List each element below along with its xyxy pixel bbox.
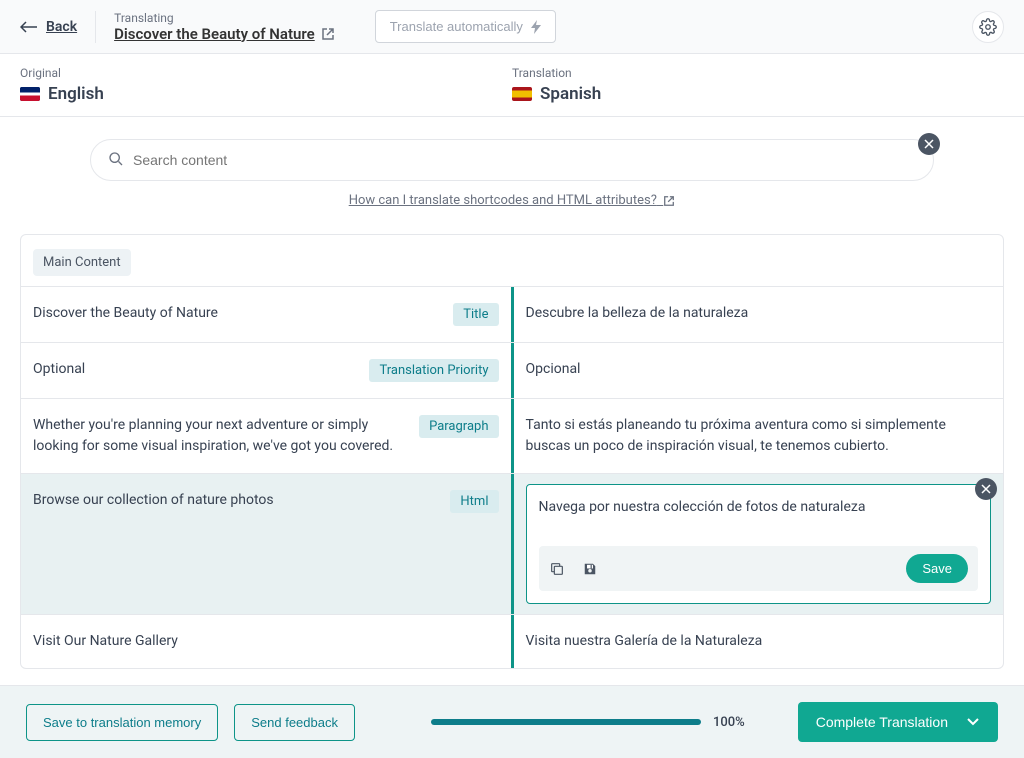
table-row[interactable]: Whether you're planning your next advent… [21, 398, 1003, 473]
clear-search-button[interactable] [918, 133, 940, 155]
back-label: Back [46, 19, 77, 35]
content-panel: Main Content Discover the Beauty of Natu… [20, 234, 1004, 669]
progress: 100% [391, 715, 762, 730]
source-text: Browse our collection of nature photos [33, 490, 440, 511]
external-link-icon [321, 27, 335, 41]
table-row[interactable]: Visit Our Nature Gallery Visita nuestra … [21, 614, 1003, 668]
target-text[interactable]: Opcional [514, 343, 1004, 398]
translate-auto-button[interactable]: Translate automatically [375, 10, 556, 43]
save-disk-button[interactable] [583, 562, 597, 576]
document-title[interactable]: Discover the Beauty of Nature [114, 25, 335, 43]
complete-label: Complete Translation [816, 714, 948, 730]
target-text[interactable]: Descubre la belleza de la naturaleza [514, 287, 1004, 342]
spain-flag-icon [512, 87, 532, 101]
search-section [0, 117, 1024, 187]
document-title-text: Discover the Beauty of Nature [114, 25, 315, 43]
send-feedback-button[interactable]: Send feedback [234, 704, 355, 741]
external-link-icon [663, 195, 675, 207]
translation-label: Translation [512, 66, 1004, 80]
copy-button[interactable] [549, 561, 565, 577]
copy-icon [549, 561, 565, 577]
original-language-name: English [48, 84, 104, 104]
original-label: Original [20, 66, 512, 80]
close-icon [924, 139, 934, 149]
search-input[interactable] [90, 139, 934, 181]
translate-auto-label: Translate automatically [390, 19, 523, 34]
edit-textarea[interactable]: Navega por nuestra colección de fotos de… [539, 497, 979, 518]
translation-language-col: Translation Spanish [512, 66, 1004, 104]
table-row[interactable]: Optional Translation Priority Opcional [21, 342, 1003, 398]
chevron-down-icon [966, 717, 980, 727]
edit-panel: Navega por nuestra colección de fotos de… [526, 484, 992, 604]
progress-percent: 100% [713, 715, 745, 730]
settings-button[interactable] [972, 11, 1004, 43]
progress-bar [431, 719, 701, 725]
type-tag: Title [453, 303, 498, 326]
section-title: Main Content [33, 249, 131, 276]
table-row-active[interactable]: Browse our collection of nature photos H… [21, 473, 1003, 614]
source-text: Visit Our Nature Gallery [33, 631, 499, 652]
target-text[interactable]: Visita nuestra Galería de la Naturaleza [514, 615, 1004, 668]
help-link-text: How can I translate shortcodes and HTML … [349, 193, 657, 208]
search-icon [108, 151, 124, 167]
type-tag: Paragraph [419, 415, 498, 438]
help-link[interactable]: How can I translate shortcodes and HTML … [0, 187, 1024, 220]
table-row[interactable]: Discover the Beauty of Nature Title Desc… [21, 286, 1003, 342]
back-button[interactable]: Back [20, 19, 77, 35]
edit-toolbar: Save [539, 546, 979, 591]
close-editor-button[interactable] [975, 478, 997, 500]
arrow-left-icon [20, 21, 38, 33]
type-tag: Translation Priority [369, 359, 498, 382]
source-text: Optional [33, 359, 359, 380]
translating-label: Translating [114, 11, 335, 25]
close-icon [981, 484, 991, 494]
save-button[interactable]: Save [906, 554, 968, 583]
target-text[interactable]: Tanto si estás planeando tu próxima aven… [514, 399, 1004, 473]
language-bar: Original English Translation Spanish [0, 54, 1024, 117]
footer-bar: Save to translation memory Send feedback… [0, 685, 1024, 758]
uk-flag-icon [20, 87, 40, 101]
lightning-icon [531, 20, 541, 34]
source-text: Discover the Beauty of Nature [33, 303, 443, 324]
complete-translation-button[interactable]: Complete Translation [798, 702, 998, 742]
gear-icon [979, 18, 997, 36]
original-language-col: Original English [20, 66, 512, 104]
save-disk-icon [583, 562, 597, 576]
type-tag: Html [450, 490, 498, 513]
translation-language-name: Spanish [540, 84, 601, 104]
source-text: Whether you're planning your next advent… [33, 415, 409, 457]
top-bar: Back Translating Discover the Beauty of … [0, 0, 1024, 54]
translating-block: Translating Discover the Beauty of Natur… [114, 11, 335, 43]
save-memory-button[interactable]: Save to translation memory [26, 704, 218, 741]
divider [95, 11, 96, 43]
